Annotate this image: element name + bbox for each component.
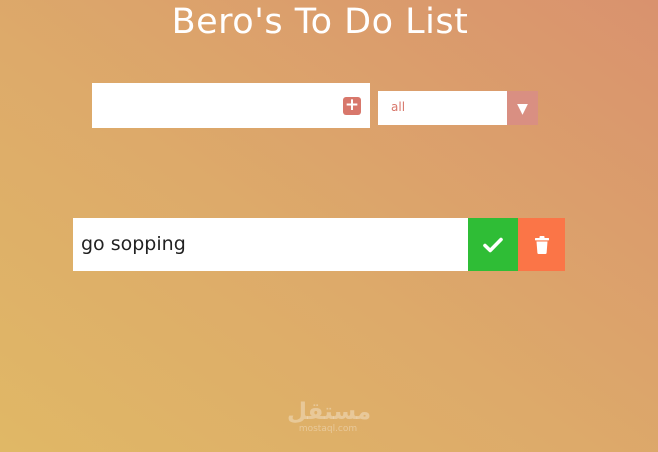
plus-square-icon: +: [344, 95, 360, 115]
delete-button[interactable]: [518, 218, 565, 271]
complete-button[interactable]: [468, 218, 518, 271]
trash-icon: [534, 235, 549, 254]
filter-select[interactable]: all ▼: [378, 91, 538, 125]
todo-input[interactable]: [92, 83, 332, 128]
todo-item: go sopping: [73, 218, 565, 271]
todo-input-container: +: [92, 83, 370, 128]
check-icon: [483, 237, 503, 252]
todo-text: go sopping: [81, 233, 186, 255]
watermark-latin: mostaql.com: [298, 424, 358, 434]
caret-down-icon: ▼: [517, 101, 528, 117]
filter-selected-value: all: [391, 100, 406, 114]
watermark-logo: مستقل mostaql.com: [287, 399, 372, 434]
page-title: Bero's To Do List: [171, 2, 469, 42]
add-todo-button[interactable]: +: [343, 97, 361, 115]
filter-dropdown-arrow[interactable]: ▼: [507, 91, 538, 125]
watermark-arabic: مستقل: [287, 399, 372, 425]
